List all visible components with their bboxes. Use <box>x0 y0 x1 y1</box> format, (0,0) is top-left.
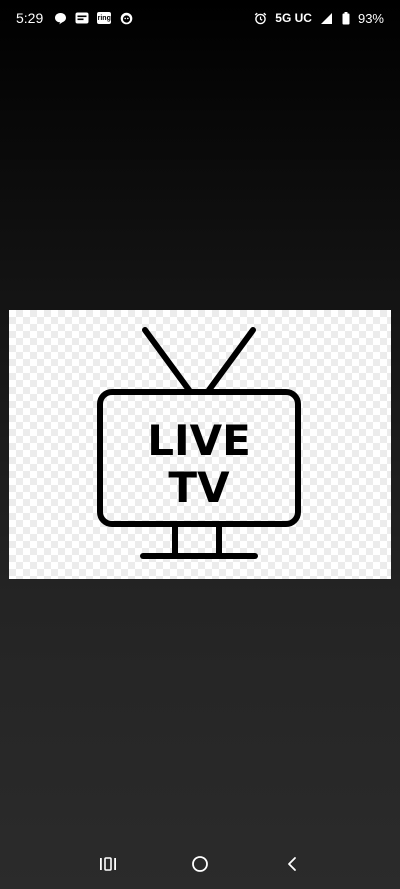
live-tv-image: LIVE TV <box>9 310 391 579</box>
home-button[interactable] <box>154 844 246 889</box>
network-type-label: 5G UC <box>275 11 312 25</box>
battery-percentage: 93% <box>357 10 384 26</box>
cell-signal-icon <box>320 11 334 25</box>
tv-text-line2: TV <box>168 463 230 512</box>
face-app-icon <box>119 11 133 25</box>
status-bar: 5:29 ring 5G UC 93% <box>0 0 400 36</box>
tv-antenna-left <box>142 327 192 393</box>
tv-antenna-right <box>206 327 256 393</box>
navigation-bar <box>0 844 400 889</box>
message-card-icon <box>75 11 89 25</box>
alarm-icon <box>253 11 267 25</box>
status-time: 5:29 <box>16 10 44 26</box>
chat-bubble-icon <box>53 11 67 25</box>
battery-icon <box>342 11 350 25</box>
back-icon <box>285 856 299 877</box>
ring-app-label: ring <box>97 14 111 22</box>
recent-apps-icon <box>99 856 117 877</box>
ring-app-icon: ring <box>97 12 112 24</box>
recent-apps-button[interactable] <box>62 844 154 889</box>
home-icon <box>191 855 209 878</box>
tv-text-line1: LIVE <box>147 416 251 465</box>
tv-icon: LIVE TV <box>97 327 301 559</box>
status-left: 5:29 ring <box>16 10 133 26</box>
back-button[interactable] <box>246 844 338 889</box>
status-right: 5G UC 93% <box>253 11 384 26</box>
